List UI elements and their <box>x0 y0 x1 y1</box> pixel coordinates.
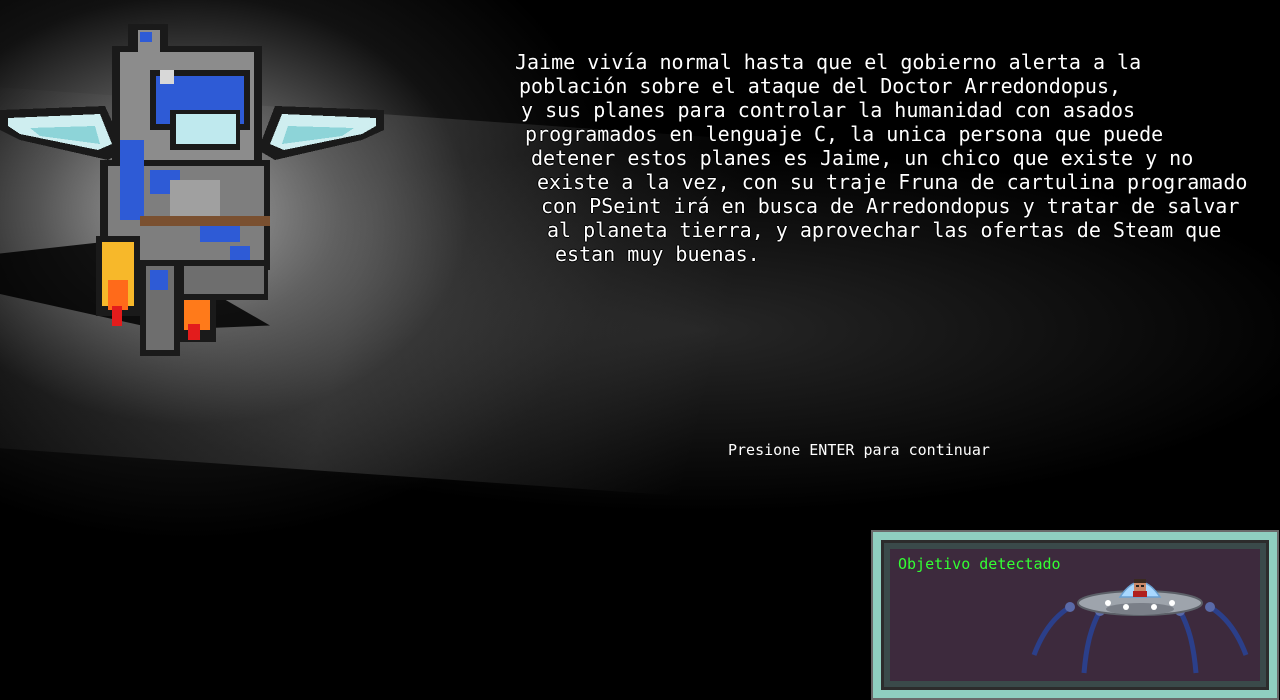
story-line: y sus planes para controlar la humanidad… <box>521 98 1136 122</box>
panel-screen: Objetivo detectado <box>890 549 1260 681</box>
story-line: población sobre el ataque del Doctor Arr… <box>519 74 1122 98</box>
target-detected-panel: Objetivo detectado <box>871 530 1279 700</box>
story-line: Jaime vivía normal hasta que el gobierno… <box>515 50 1142 74</box>
ufo-spider-icon <box>1031 579 1249 674</box>
armored-knight-jetpack-icon <box>0 24 384 356</box>
story-text: Jaime vivía normal hasta que el gobierno… <box>515 50 1275 266</box>
story-line: estan muy buenas. <box>555 242 760 266</box>
story-line: con PSeint irá en busca de Arredondopus … <box>541 194 1240 218</box>
continue-prompt[interactable]: Presione ENTER para continuar <box>728 440 990 460</box>
panel-frame: Objetivo detectado <box>881 540 1269 690</box>
story-line: programados en lenguaje C, la unica pers… <box>525 122 1164 146</box>
story-line: detener estos planes es Jaime, un chico … <box>531 146 1194 170</box>
story-line: al planeta tierra, y aprovechar las ofer… <box>547 218 1222 242</box>
story-line: existe a la vez, con su traje Fruna de c… <box>537 170 1248 194</box>
